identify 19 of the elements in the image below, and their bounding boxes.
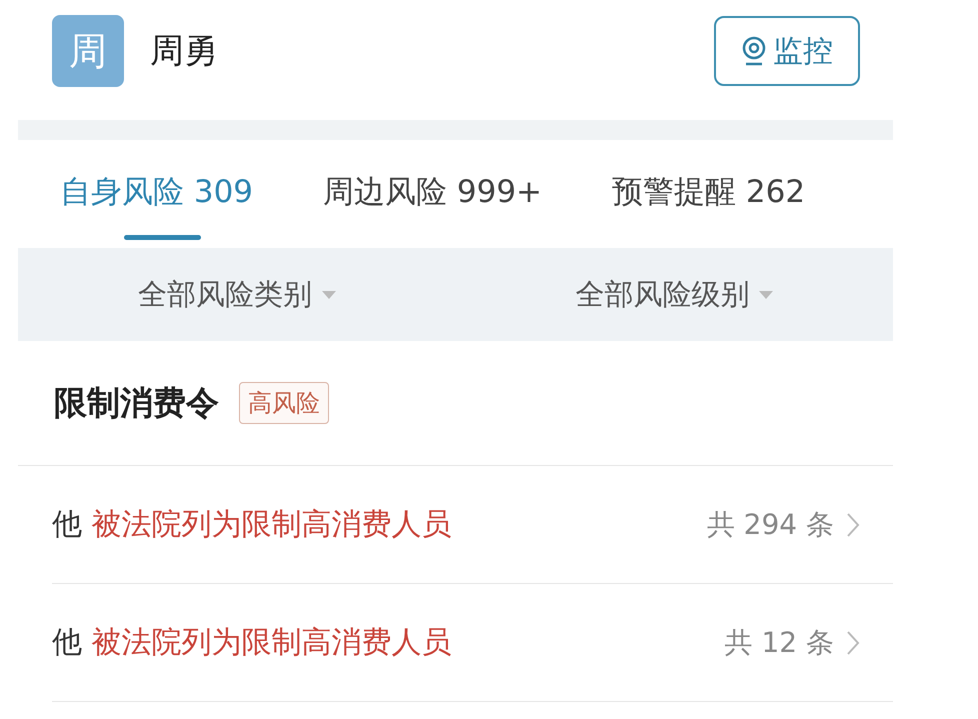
webcam-icon [741,36,767,66]
chevron-right-icon[interactable] [846,630,860,656]
chevron-right-icon[interactable] [846,512,860,538]
record-count: 共 12 条 [724,624,834,660]
risk-tag: 高风险 [239,382,329,424]
caret-icon [322,290,336,298]
risk-tab[interactable]: 预警提醒 262 [612,140,806,244]
risk-tab[interactable]: 周边风险 999+ [323,140,542,244]
filter-dropdown[interactable]: 全部风险级别 [456,248,893,341]
risk-description: 他 被法院列为限制高消费人员 [52,506,453,544]
caret-icon [759,290,774,298]
section-title: 限制消费令 [54,382,219,424]
risk-description: 他 被法院列为限制高消费人员 [52,624,453,662]
monitor-button[interactable]: 监控 [714,16,860,86]
avatar: 周 [52,15,124,87]
risk-tab[interactable]: 自身风险 309 [60,140,254,244]
filter-dropdown[interactable]: 全部风险类别 [18,248,456,341]
record-count: 共 294 条 [706,506,834,542]
person-name: 周勇 [150,30,219,73]
